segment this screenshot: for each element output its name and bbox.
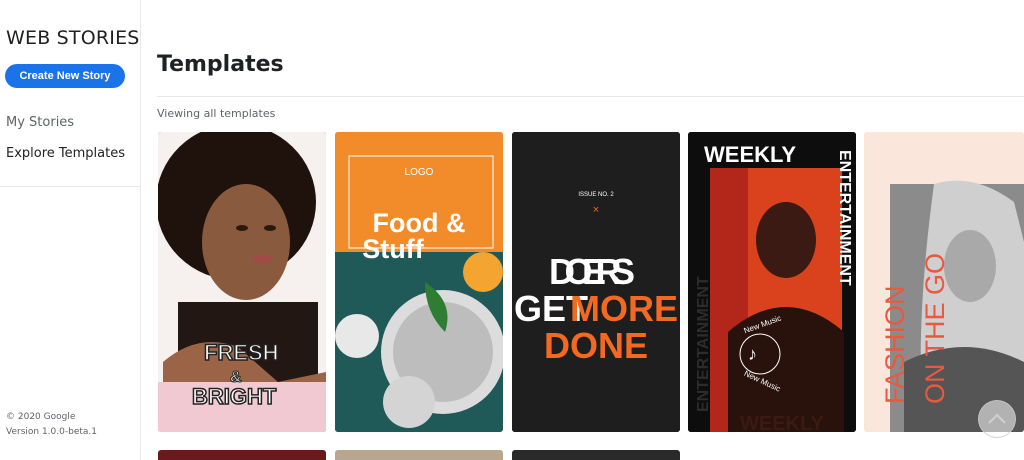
template-text-fresh: FRESH bbox=[204, 340, 279, 365]
template-card-row2-3[interactable] bbox=[512, 450, 680, 460]
template-text-on-the-go: ON THE GO bbox=[920, 253, 950, 404]
template-card-row2-2[interactable] bbox=[335, 450, 503, 460]
template-text-stuff: Stuff bbox=[362, 234, 424, 264]
template-card-row2-1[interactable] bbox=[158, 450, 326, 460]
template-text-done: DONE bbox=[544, 325, 648, 366]
template-text-doers: DOERS bbox=[549, 251, 635, 292]
template-x-mark: × bbox=[593, 204, 599, 216]
sidebar-divider bbox=[0, 186, 140, 187]
template-preview-weekly: WEEKLY ENTERTAINMENT ENTERTAINMENT New M… bbox=[688, 132, 856, 432]
version-text: Version 1.0.0-beta.1 bbox=[6, 427, 97, 437]
template-text-fashion: FASHION bbox=[880, 285, 910, 404]
template-preview-food-stuff: LOGO Food & Stuff bbox=[335, 132, 503, 432]
template-text-weekly-bottom: WEEKLY bbox=[740, 413, 824, 432]
template-card-fashion[interactable]: FASHION ON THE GO bbox=[864, 132, 1024, 432]
chevron-up-icon bbox=[988, 413, 1006, 424]
template-text-entertainment-side: ENTERTAINMENT bbox=[836, 150, 853, 286]
create-new-story-button[interactable]: Create New Story bbox=[5, 64, 125, 88]
template-card-fresh-bright[interactable]: FRESH & BRIGHT bbox=[158, 132, 326, 432]
template-logo-text: LOGO bbox=[405, 167, 434, 178]
template-preview-doers: ISSUE NO. 2 × DOERS GET MORE DONE bbox=[512, 132, 680, 432]
template-preview-fresh-bright: FRESH & BRIGHT bbox=[158, 132, 326, 432]
template-preview-fashion: FASHION ON THE GO bbox=[864, 132, 1024, 432]
template-text-bright: BRIGHT bbox=[192, 384, 277, 409]
template-text-weekly: WEEKLY bbox=[704, 142, 796, 167]
page-title: Templates bbox=[157, 52, 284, 77]
app-brand: WEB STORIES bbox=[6, 27, 140, 49]
nav-my-stories[interactable]: My Stories bbox=[6, 115, 74, 130]
template-card-doers[interactable]: ISSUE NO. 2 × DOERS GET MORE DONE bbox=[512, 132, 680, 432]
template-text-entertainment-left: ENTERTAINMENT bbox=[695, 276, 712, 412]
music-note-icon: ♪ bbox=[748, 344, 757, 364]
sidebar: WEB STORIES Create New Story My Stories … bbox=[0, 0, 141, 460]
template-text-more: MORE bbox=[570, 288, 678, 329]
viewing-subtitle: Viewing all templates bbox=[157, 107, 276, 120]
nav-explore-templates[interactable]: Explore Templates bbox=[6, 146, 125, 161]
scroll-to-top-button[interactable] bbox=[978, 400, 1016, 438]
template-card-food-stuff[interactable]: LOGO Food & Stuff bbox=[335, 132, 503, 432]
template-issue-text: ISSUE NO. 2 bbox=[578, 192, 614, 198]
template-card-weekly-entertainment[interactable]: WEEKLY ENTERTAINMENT ENTERTAINMENT New M… bbox=[688, 132, 856, 432]
copyright-text: © 2020 Google bbox=[6, 412, 76, 422]
header-divider bbox=[157, 96, 1024, 97]
